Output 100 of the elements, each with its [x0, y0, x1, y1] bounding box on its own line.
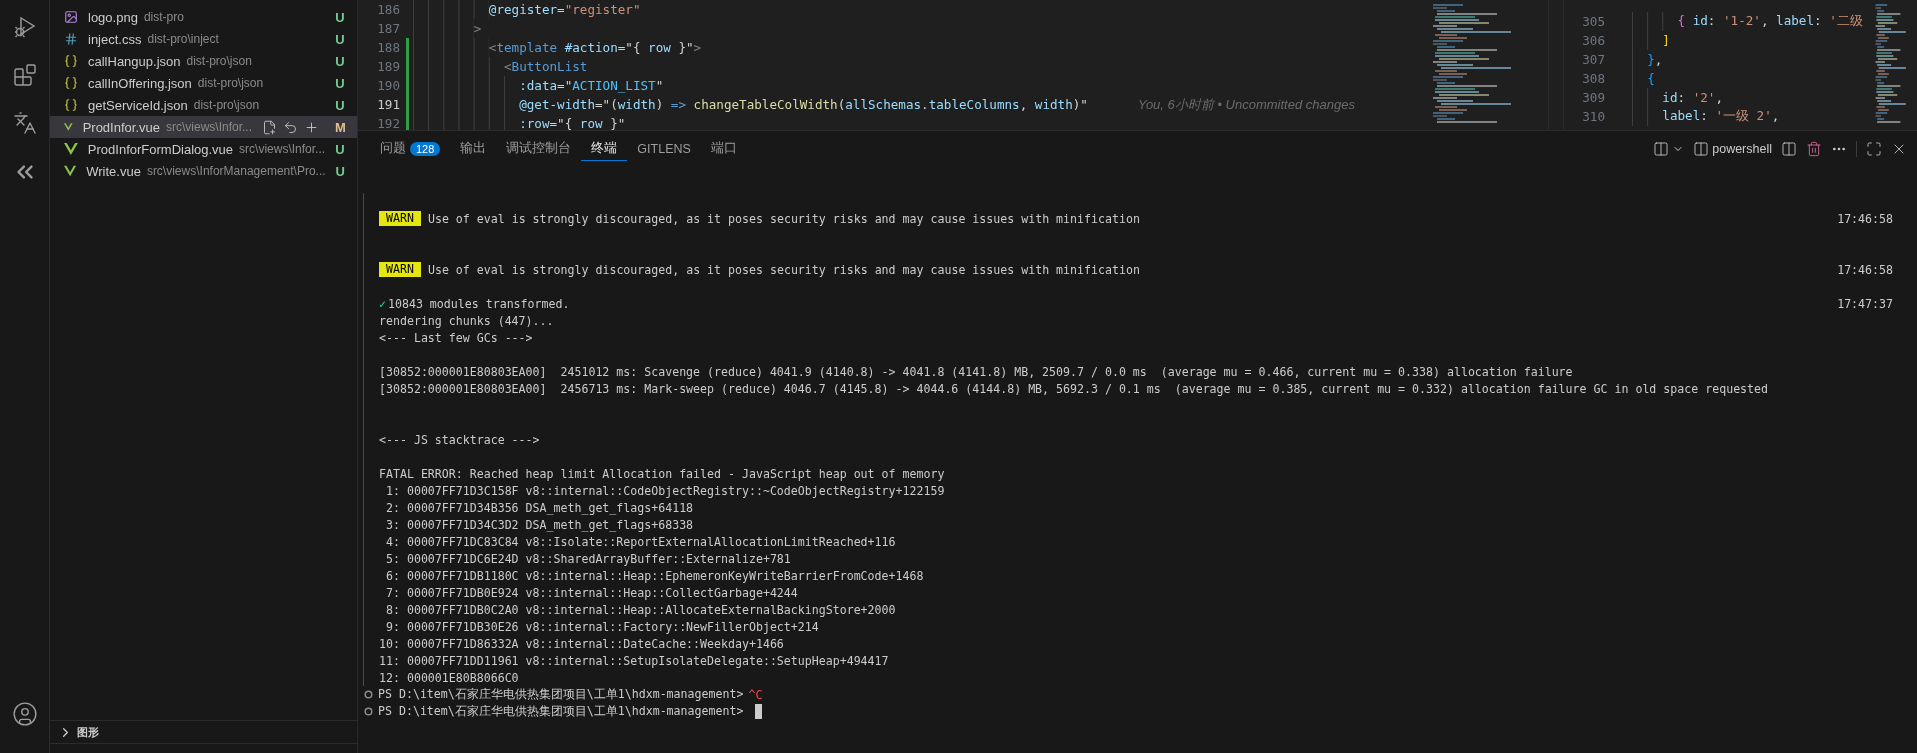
run-debug-icon[interactable]: [12, 15, 37, 39]
code-line: {: [1647, 71, 1655, 86]
git-status: U: [335, 31, 345, 47]
vue-icon: [64, 165, 77, 177]
open-file-icon[interactable]: [262, 119, 277, 135]
code-line: { id: '1-2', label: '二级: [1677, 13, 1863, 30]
split-terminal-icon[interactable]: [1781, 140, 1797, 157]
terminal-line: Use of eval is strongly discouraged, as it poses security risks and may cause issues with minification: [427, 211, 1140, 226]
line-number: 191: [376, 97, 400, 112]
line-number: 306: [1581, 33, 1605, 48]
panel-tab[interactable]: 终端: [581, 136, 628, 161]
panel-tab[interactable]: 输出: [450, 136, 497, 161]
terminal-line: rendering chunks (447)...: [379, 313, 554, 328]
file-name: inject.css: [88, 31, 142, 47]
shell-name[interactable]: powershell: [1712, 141, 1772, 156]
prompt-circle-icon: [364, 690, 373, 699]
braces-icon: [64, 76, 78, 90]
git-status: U: [335, 97, 345, 113]
file-path: src\views\Infor...: [165, 120, 252, 134]
line-number: 310: [1581, 109, 1605, 124]
section-title: 图形: [77, 724, 99, 740]
terminal-prompt: PS D:\item\石家庄华电供热集团项目\工单1\hdxm-management>: [378, 704, 744, 719]
terminal-line: 12: 000001E80B8066C0: [379, 670, 519, 685]
file-path: dist-pro\inject: [147, 32, 220, 46]
git-status: U: [335, 141, 345, 157]
split-layout-icon[interactable]: [1653, 140, 1670, 157]
file-path: dist-pro\json: [186, 54, 253, 68]
file-path: dist-pro: [143, 10, 185, 24]
file-row[interactable]: ProdInforFormDialog.vue src\views\Infor... U: [50, 138, 357, 160]
blame-annotation: You, 6小时前 • Uncommitted changes: [1137, 95, 1355, 114]
terminal-line: 4: 00007FF71DC83C84 v8::Isolate::ReportExternalAllocationLimitReached+116: [384, 534, 896, 549]
section-header[interactable]: 图形: [50, 720, 357, 743]
file-row[interactable]: callHangup.json dist-pro\json U: [50, 50, 357, 72]
file-path: src\views\InforManagement\Pro...: [146, 164, 326, 178]
file-name: ProdInfor.vue: [82, 119, 160, 135]
translate-icon[interactable]: [12, 111, 37, 135]
terminal-line: 1: 00007FF71D3C158F v8::internal::CodeObjectRegistry::~CodeObjectRegistry+122159: [384, 483, 945, 498]
git-status: U: [335, 163, 345, 179]
braces-icon: [64, 54, 78, 68]
warn-badge: WARN: [379, 211, 421, 226]
terminal-line: 2: 00007FF71D34B356 DSA_meth_get_flags+64118: [384, 500, 694, 515]
panel-tab[interactable]: 问题 128: [370, 136, 451, 161]
code-line: id: '2',: [1662, 90, 1723, 105]
warn-badge: WARN: [379, 262, 421, 277]
file-row[interactable]: Write.vue src\views\InforManagement\Pro... U: [50, 160, 357, 182]
code-line: <template #action="{ row }">: [488, 40, 702, 55]
terminal-line: 8: 00007FF71DB0C2A0 v8::internal::Heap::AllocateExternalBackingStore+2000: [384, 602, 896, 617]
line-number: 187: [376, 21, 400, 36]
panel-tab[interactable]: 调试控制台: [496, 136, 582, 161]
git-status: U: [335, 75, 345, 91]
image-icon: [64, 10, 78, 24]
account-icon[interactable]: [11, 701, 38, 727]
file-name: Write.vue: [86, 163, 141, 179]
file-name: callInOffering.json: [88, 75, 192, 91]
line-number: 190: [376, 78, 400, 93]
terminal-line: 6: 00007FF71DB1180C v8::internal::Heap::EphemeronKeyWriteBarrierFromCode+1468: [384, 568, 924, 583]
count-badge: 128: [410, 141, 441, 156]
git-status: U: [335, 53, 345, 69]
line-number: 188: [376, 40, 400, 55]
line-number: 309: [1581, 90, 1605, 105]
code-line: :data="ACTION_LIST": [519, 78, 664, 93]
file-path: dist-pro\json: [193, 98, 261, 112]
file-row[interactable]: getServiceId.json dist-pro\json U: [50, 94, 357, 116]
file-row[interactable]: callInOffering.json dist-pro\json U: [50, 72, 357, 94]
terminal-line: 9: 00007FF71DB30E26 v8::internal::Factory::NewFillerObject+214: [384, 619, 819, 634]
file-row[interactable]: logo.png dist-pro U: [50, 6, 357, 28]
panel-tab[interactable]: 端口: [700, 136, 747, 161]
code-line: @register="register": [488, 2, 641, 17]
interrupt-text: ^C: [748, 687, 763, 702]
terminal-line: Use of eval is strongly discouraged, as it poses security risks and may cause issues with minification: [427, 262, 1140, 277]
plus-icon[interactable]: [304, 119, 319, 135]
file-path: dist-pro\json: [197, 76, 265, 90]
file-row[interactable]: ProdInfor.vue src\views\Infor... M: [50, 116, 357, 138]
trash-icon[interactable]: [1806, 140, 1822, 157]
code-line: @get-width="(width) => changeTableColWidth(allSchemas.tableColumns, width)": [519, 97, 1088, 112]
code-line: <ButtonList: [504, 59, 588, 74]
code-line: >: [473, 21, 482, 36]
timestamp: 17:46:58: [1837, 262, 1893, 277]
vue-icon: [64, 143, 78, 155]
line-number: 192: [376, 116, 400, 130]
extensions-icon[interactable]: [12, 63, 37, 87]
terminal-line: <--- JS stacktrace --->: [379, 432, 540, 447]
terminal-prompt: PS D:\item\石家庄华电供热集团项目\工单1\hdxm-management>: [378, 687, 744, 702]
terminal-line: [30852:000001E80803EA00] 2456713 ms: Mark-sweep (reduce) 4046.7 (4145.8) -> 4044.6 (4144.8) MB, 5692.3 / 0.1 ms (average mu = 0.385, current mu = 0.332) allocation failure GC in old space requested: [379, 381, 1769, 396]
maximize-icon[interactable]: [1866, 140, 1882, 157]
code-line: label: '一级 2',: [1662, 108, 1780, 125]
discard-icon[interactable]: [283, 119, 298, 135]
file-name: callHangup.json: [88, 53, 181, 69]
line-number: 186: [376, 2, 400, 17]
timestamp: 17:46:58: [1837, 211, 1893, 226]
file-row[interactable]: inject.css dist-pro\inject U: [50, 28, 357, 50]
line-number: 307: [1581, 52, 1605, 67]
file-path: src\views\Infor...: [239, 142, 326, 156]
file-name: getServiceId.json: [88, 97, 188, 113]
hash-icon: [64, 32, 78, 46]
file-name: logo.png: [88, 9, 138, 25]
terminal-line: 10843 modules transformed.: [388, 296, 570, 311]
panel-tab[interactable]: GITLENS: [627, 137, 701, 160]
terminal-line: 5: 00007FF71DC6E24D v8::SharedArrayBuffer::Externalize+781: [384, 551, 791, 566]
terminal-line: 7: 00007FF71DB0E924 v8::internal::Heap::CollectGarbage+4244: [384, 585, 798, 600]
